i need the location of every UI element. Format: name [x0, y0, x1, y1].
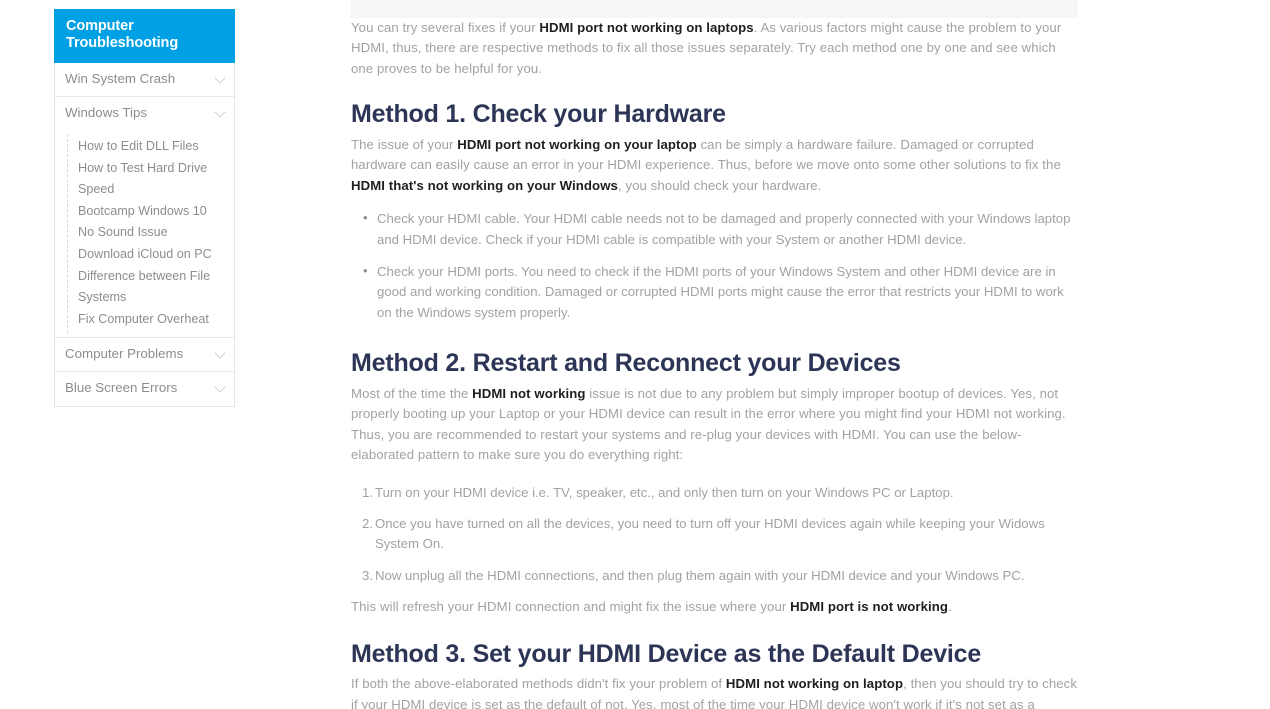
- sidebar-item-label[interactable]: Win System Crash: [55, 63, 234, 97]
- m3-part-a: If both the above-elaborated methods did…: [351, 676, 726, 692]
- intro-lead: You can try several fixes if your: [351, 20, 540, 35]
- list-item[interactable]: How to Test Hard Drive Speed: [55, 157, 234, 200]
- page-root: Computer Troubleshooting Win System Cras…: [0, 0, 1270, 709]
- content-top-placeholder-block: [351, 0, 1078, 18]
- m1-part-a: The issue of your: [351, 136, 458, 152]
- intro-keyword: HDMI port not working on laptops: [539, 20, 754, 35]
- m1-keyword-2: HDMI that's not working on your Windows: [351, 177, 618, 193]
- sidebar-item-blue-screen-errors[interactable]: Blue Screen Errors: [55, 372, 234, 406]
- sidebar-item-windows-tips[interactable]: Windows Tips How to Edit DLL Files How t…: [55, 97, 234, 338]
- sidebar-nav-list: Win System Crash Windows Tips How to Edi…: [54, 62, 235, 407]
- method-1-paragraph: The issue of your HDMI port not working …: [351, 135, 1078, 196]
- m3-keyword-1: HDMI not working on laptop: [725, 676, 904, 692]
- list-item[interactable]: Bootcamp Windows 10 No Sound Issue: [55, 200, 234, 243]
- list-item[interactable]: Download iCloud on PC: [55, 243, 234, 265]
- list-item: Check your HDMI ports. You need to check…: [363, 261, 1078, 323]
- sidebar-submenu-windows-tips: How to Edit DLL Files How to Test Hard D…: [55, 131, 234, 337]
- m1-part-e: , you should check your hardware.: [617, 177, 822, 193]
- sidebar-subitem-label[interactable]: How to Test Hard Drive Speed: [55, 157, 234, 200]
- method-2-paragraph-2: Thus, you are recommended to restart you…: [351, 426, 1022, 463]
- sidebar-subitem-label[interactable]: Difference between File Systems: [55, 265, 234, 308]
- list-item[interactable]: How to Edit DLL Files: [55, 135, 234, 157]
- sidebar-item-win-system-crash[interactable]: Win System Crash: [55, 63, 234, 98]
- method-1-heading: Method 1. Check your Hardware: [351, 100, 726, 129]
- list-item: Now unplug all the HDMI connections, and…: [362, 566, 1025, 587]
- method-2-heading: Method 2. Restart and Reconnect your Dev…: [351, 349, 901, 378]
- sidebar-subitem-label[interactable]: Fix Computer Overheat: [55, 308, 234, 330]
- sidebar-item-label[interactable]: Computer Problems: [55, 338, 234, 372]
- method-2-closing-paragraph: This will refresh your HDMI connection a…: [351, 597, 1078, 617]
- sidebar-item-label[interactable]: Windows Tips: [55, 97, 234, 131]
- m2-closing-a: This will refresh your HDMI connection a…: [351, 599, 791, 615]
- intro-paragraph: You can try several fixes if your HDMI p…: [351, 18, 1078, 79]
- method-2-step-list: Turn on your HDMI device i.e. TV, speake…: [351, 483, 1078, 587]
- m1-keyword-1: HDMI port not working on your laptop: [457, 136, 697, 152]
- sidebar-item-computer-problems[interactable]: Computer Problems: [55, 338, 234, 373]
- m2-closing-c: .: [948, 599, 952, 615]
- method-2-paragraph-1: Most of the time the HDMI not working is…: [351, 384, 1078, 425]
- list-item: Once you have turned on all the devices,…: [362, 514, 1045, 552]
- method-3-heading: Method 3. Set your HDMI Device as the De…: [351, 639, 982, 668]
- list-item: Turn on your HDMI device i.e. TV, speake…: [362, 483, 954, 504]
- sidebar-widget-title: Computer Troubleshooting: [54, 9, 235, 63]
- sidebar-subitem-label[interactable]: Bootcamp Windows 10 No Sound Issue: [55, 200, 234, 243]
- sidebar: Computer Troubleshooting Win System Cras…: [54, 9, 235, 407]
- method-3-paragraph: If both the above-elaborated methods did…: [351, 674, 1078, 709]
- method-1-bullet-list: Check your HDMI cable. Your HDMI cable n…: [351, 208, 1078, 323]
- sidebar-item-label[interactable]: Blue Screen Errors: [55, 372, 234, 406]
- sidebar-subitem-label[interactable]: Download iCloud on PC: [55, 243, 234, 265]
- m2-keyword-1: HDMI not working: [472, 385, 586, 401]
- m2-part-a: Most of the time the: [351, 385, 473, 401]
- list-item[interactable]: Difference between File Systems: [55, 265, 234, 308]
- sidebar-subitem-label[interactable]: How to Edit DLL Files: [55, 135, 234, 157]
- m2-keyword-2: HDMI port is not working: [790, 599, 949, 615]
- list-item: Check your HDMI cable. Your HDMI cable n…: [363, 208, 1078, 250]
- list-item[interactable]: Fix Computer Overheat: [55, 308, 234, 330]
- article-content: You can try several fixes if your HDMI p…: [351, 0, 1078, 709]
